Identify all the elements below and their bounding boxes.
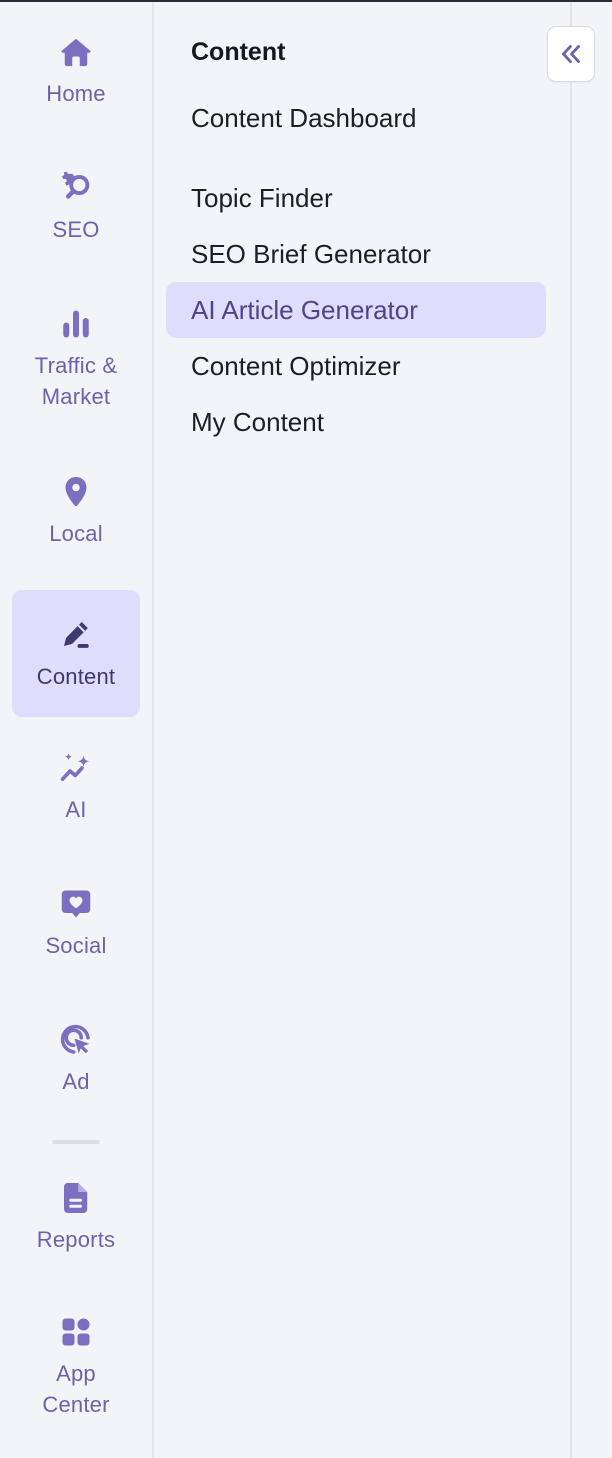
- apps-grid-icon: [56, 1312, 96, 1352]
- menu-item-topic-finder[interactable]: Topic Finder: [166, 171, 546, 225]
- bar-chart-icon: [56, 304, 96, 344]
- rail-item-home[interactable]: Home: [12, 32, 140, 132]
- rail-item-social[interactable]: Social: [12, 884, 140, 984]
- rail-label: Local: [49, 521, 103, 546]
- menu-item-content-optimizer[interactable]: Content Optimizer: [166, 339, 546, 393]
- sparkles-icon: [56, 748, 96, 788]
- cursor-target-icon: [56, 1020, 96, 1060]
- rail-label: Traffic & Market: [34, 353, 118, 409]
- home-icon: [56, 32, 96, 72]
- rail-label: Reports: [36, 1227, 116, 1252]
- rail-item-local[interactable]: Local: [12, 472, 140, 572]
- rail-item-app-center[interactable]: App Center: [12, 1312, 140, 1442]
- menu-item-ai-article-generator[interactable]: AI Article Generator: [166, 282, 546, 338]
- menu-item-my-content[interactable]: My Content: [166, 395, 546, 449]
- rail-label: Home: [46, 81, 106, 106]
- rail-item-ad[interactable]: Ad: [12, 1020, 140, 1120]
- rail-item-traffic-market[interactable]: Traffic & Market: [12, 304, 140, 434]
- menu-item-content-dashboard[interactable]: Content Dashboard: [166, 91, 546, 145]
- menu-item-seo-brief-generator[interactable]: SEO Brief Generator: [166, 227, 546, 281]
- rail-label: Ad: [62, 1069, 90, 1094]
- seo-icon: [56, 168, 96, 208]
- icon-rail: Home SEO Traffic & Market Local Content …: [0, 2, 154, 1458]
- rail-divider: [52, 1140, 100, 1144]
- panel-title: Content: [191, 38, 286, 66]
- rail-item-seo[interactable]: SEO: [12, 168, 140, 268]
- rail-label: Social: [45, 933, 107, 958]
- document-icon: [56, 1178, 96, 1218]
- collapse-sidebar-button[interactable]: [547, 26, 595, 82]
- rail-label: SEO: [52, 217, 100, 242]
- double-chevron-left-icon: [558, 41, 584, 67]
- pencil-icon: [56, 615, 96, 655]
- heart-chat-icon: [56, 884, 96, 924]
- rail-item-content[interactable]: Content: [12, 590, 140, 717]
- rail-label: App Center: [42, 1361, 110, 1417]
- rail-item-ai[interactable]: AI: [12, 748, 140, 848]
- submenu-panel: Content Content Dashboard Topic Finder S…: [154, 2, 572, 1458]
- map-pin-icon: [56, 472, 96, 512]
- rail-label: AI: [65, 797, 87, 822]
- rail-label: Content: [36, 664, 116, 689]
- rail-item-reports[interactable]: Reports: [12, 1178, 140, 1278]
